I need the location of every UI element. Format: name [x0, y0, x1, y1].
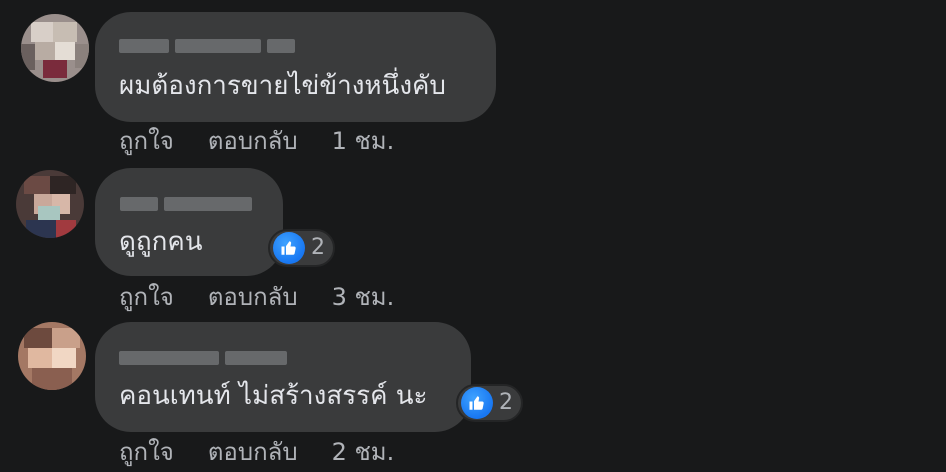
- avatar[interactable]: [16, 170, 84, 238]
- author-name[interactable]: [119, 38, 295, 54]
- comments-section: ผมต้องการขายไข่ข้างหนึ่งคับ ถูกใจ ตอบกลั…: [0, 0, 946, 472]
- like-icon: [273, 232, 305, 264]
- comment-text: ดูถูกคน: [119, 227, 203, 257]
- comment-bubble: ผมต้องการขายไข่ข้างหนึ่งคับ: [95, 12, 496, 122]
- author-name[interactable]: [120, 196, 252, 212]
- reply-link[interactable]: ตอบกลับ: [208, 437, 298, 467]
- avatar[interactable]: [18, 322, 86, 390]
- timestamp[interactable]: 1 ชม.: [332, 126, 395, 156]
- like-link[interactable]: ถูกใจ: [119, 282, 174, 312]
- author-name[interactable]: [119, 350, 287, 366]
- reaction-summary[interactable]: 2: [268, 229, 335, 267]
- timestamp[interactable]: 2 ชม.: [332, 437, 395, 467]
- reaction-count: 2: [499, 390, 513, 415]
- comment-actions: ถูกใจ ตอบกลับ 3 ชม.: [119, 282, 394, 312]
- avatar[interactable]: [21, 14, 89, 82]
- like-icon: [461, 387, 493, 419]
- comment-text: คอนเทนท์ ไม่สร้างสรรค์ นะ: [119, 381, 428, 411]
- like-link[interactable]: ถูกใจ: [119, 126, 174, 156]
- reaction-count: 2: [311, 235, 325, 260]
- comment-bubble: ดูถูกคน: [95, 168, 283, 276]
- reply-link[interactable]: ตอบกลับ: [208, 126, 298, 156]
- timestamp[interactable]: 3 ชม.: [332, 282, 395, 312]
- comment-text: ผมต้องการขายไข่ข้างหนึ่งคับ: [119, 71, 446, 101]
- reply-link[interactable]: ตอบกลับ: [208, 282, 298, 312]
- comment-actions: ถูกใจ ตอบกลับ 1 ชม.: [119, 126, 394, 156]
- reaction-summary[interactable]: 2: [456, 384, 523, 422]
- like-link[interactable]: ถูกใจ: [119, 437, 174, 467]
- comment-actions: ถูกใจ ตอบกลับ 2 ชม.: [119, 437, 394, 467]
- comment-bubble: คอนเทนท์ ไม่สร้างสรรค์ นะ: [95, 322, 471, 432]
